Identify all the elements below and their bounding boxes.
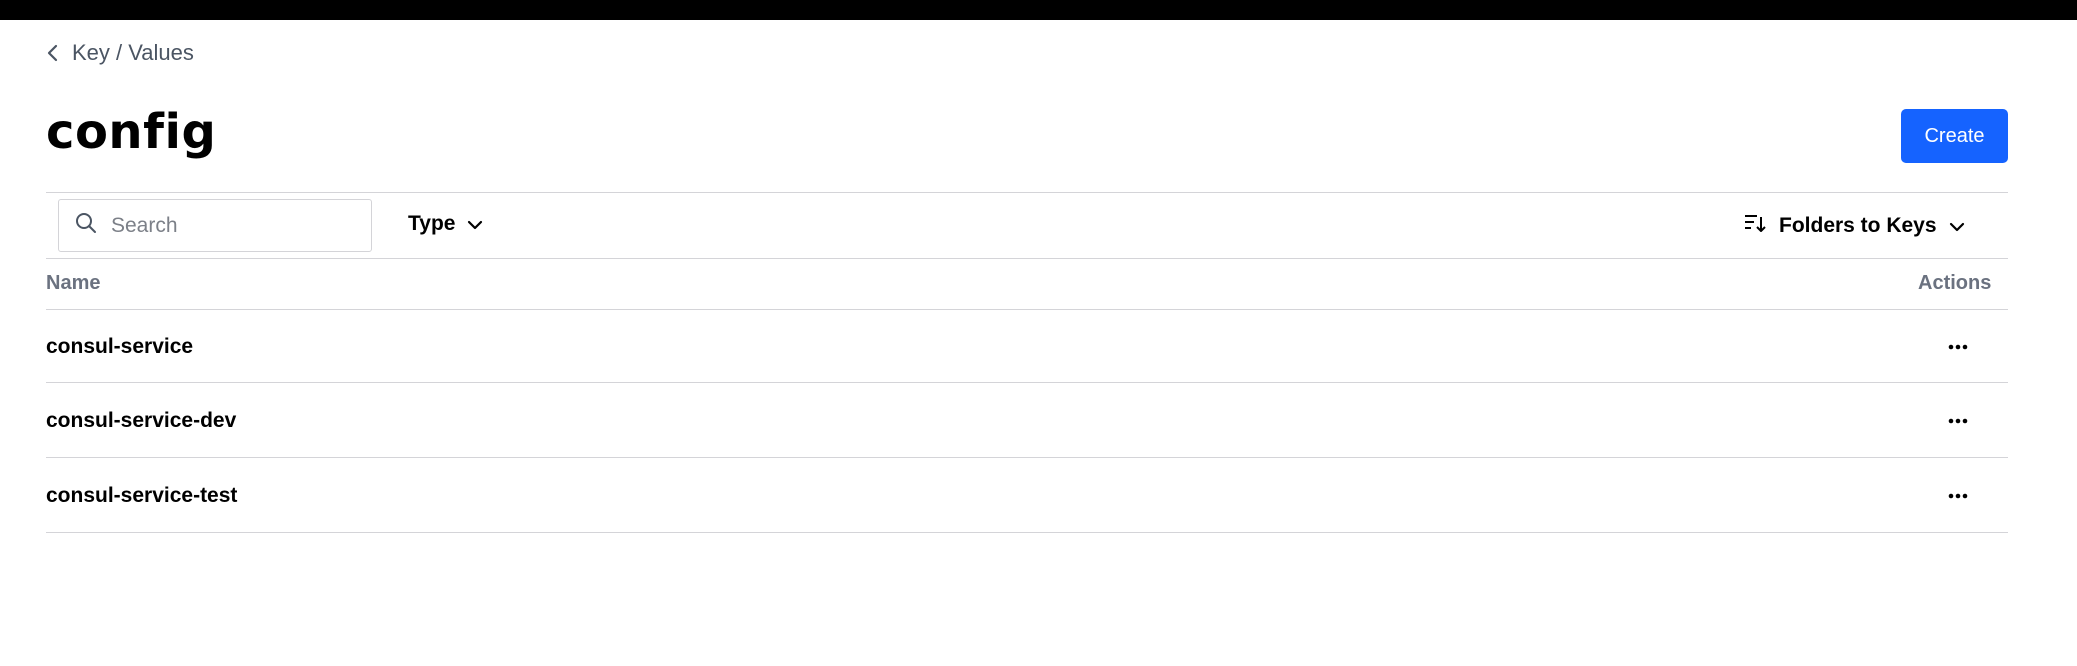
toolbar-bottom-divider xyxy=(46,258,2008,259)
search-icon xyxy=(75,212,97,239)
top-bar xyxy=(0,0,2077,20)
search-input[interactable] xyxy=(111,213,351,238)
more-actions-icon[interactable] xyxy=(1938,332,1978,362)
search-field[interactable] xyxy=(58,199,372,252)
page-title: config xyxy=(46,104,217,160)
row-name-link[interactable]: consul-service-test xyxy=(46,484,237,508)
row-name-link[interactable]: consul-service-dev xyxy=(46,409,236,433)
table-row[interactable]: consul-service-test xyxy=(46,458,2008,533)
type-filter-dropdown[interactable]: Type xyxy=(408,212,483,236)
sort-label: Folders to Keys xyxy=(1779,214,1937,237)
column-header-actions: Actions xyxy=(1918,272,1992,294)
sort-icon xyxy=(1743,212,1767,240)
sort-dropdown[interactable]: Folders to Keys xyxy=(1743,212,1965,240)
create-button[interactable]: Create xyxy=(1901,109,2008,163)
table-row[interactable]: consul-service xyxy=(46,309,2008,384)
more-actions-icon[interactable] xyxy=(1938,406,1978,436)
chevron-down-icon xyxy=(467,212,483,236)
toolbar-top-divider xyxy=(46,192,2008,193)
breadcrumb[interactable]: Key / Values xyxy=(46,40,194,66)
row-name-link[interactable]: consul-service xyxy=(46,335,193,359)
chevron-left-icon xyxy=(46,44,58,62)
chevron-down-icon xyxy=(1949,214,1965,238)
column-header-name: Name xyxy=(46,272,101,294)
table-row[interactable]: consul-service-dev xyxy=(46,383,2008,458)
breadcrumb-link[interactable]: Key / Values xyxy=(72,40,194,66)
row-divider xyxy=(46,532,2008,533)
more-actions-icon[interactable] xyxy=(1938,481,1978,511)
type-filter-label: Type xyxy=(408,212,456,235)
